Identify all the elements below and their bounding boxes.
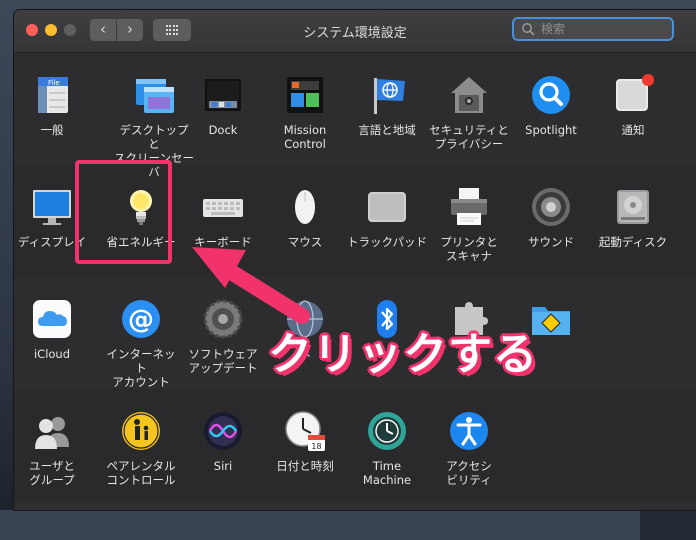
pref-software-update[interactable]: ソフトウェア アップデート bbox=[181, 297, 265, 375]
pref-trackpad[interactable]: トラックパッド bbox=[345, 185, 429, 249]
pref-internet-accounts[interactable]: @ インターネット アカウント bbox=[99, 297, 183, 389]
software-update-icon bbox=[201, 297, 245, 341]
pref-parental-controls[interactable]: ペアレンタル コントロール bbox=[99, 409, 183, 487]
icloud-icon bbox=[30, 297, 74, 341]
pref-general[interactable]: File 一般 bbox=[14, 73, 94, 137]
pref-users-groups[interactable]: ユーザと グループ bbox=[14, 409, 94, 487]
pref-time-machine[interactable]: Time Machine bbox=[345, 409, 429, 487]
pref-mission-control[interactable]: Mission Control bbox=[263, 73, 347, 151]
svg-text:@: @ bbox=[128, 305, 154, 335]
search-icon bbox=[522, 23, 535, 36]
desktop-screensaver-icon bbox=[132, 73, 176, 117]
click-callout-text: クリックする bbox=[268, 329, 538, 380]
pref-label: マウス bbox=[287, 235, 323, 249]
users-groups-icon bbox=[30, 409, 74, 453]
pref-label: ユーザと グループ bbox=[29, 459, 75, 487]
search-field[interactable] bbox=[512, 17, 674, 41]
close-window-button[interactable] bbox=[26, 24, 38, 36]
pref-printer-scanner[interactable]: プリンタと スキャナ bbox=[427, 185, 511, 263]
pref-siri[interactable]: Siri bbox=[181, 409, 265, 473]
mouse-icon bbox=[283, 185, 327, 229]
energy-saver-highlight bbox=[75, 160, 172, 264]
chevron-right-icon: › bbox=[127, 20, 133, 38]
time-machine-icon bbox=[365, 409, 409, 453]
pref-label: アクセシ ビリティ bbox=[446, 459, 492, 487]
pref-label: Time Machine bbox=[362, 459, 412, 487]
siri-icon bbox=[201, 409, 245, 453]
pref-label: 言語と地域 bbox=[358, 123, 416, 137]
pref-dock[interactable]: Dock bbox=[181, 73, 265, 137]
title-bar: ‹ › システム環境設定 bbox=[14, 10, 696, 53]
internet-accounts-icon: @ bbox=[119, 297, 163, 341]
pref-security-privacy[interactable]: セキュリティと プライバシー bbox=[427, 73, 511, 151]
pref-label: キーボード bbox=[194, 235, 252, 249]
pref-keyboard[interactable]: キーボード bbox=[181, 185, 265, 249]
zoom-window-button[interactable] bbox=[64, 24, 76, 36]
pref-label: iCloud bbox=[33, 347, 71, 361]
accessibility-icon bbox=[447, 409, 491, 453]
pref-mouse[interactable]: マウス bbox=[263, 185, 347, 249]
parental-controls-icon bbox=[119, 409, 163, 453]
pref-label: 起動ディスク bbox=[598, 235, 668, 249]
pref-label: 一般 bbox=[40, 123, 64, 137]
keyboard-icon bbox=[201, 185, 245, 229]
pref-label: ペアレンタル コントロール bbox=[106, 459, 176, 487]
show-all-button[interactable] bbox=[153, 19, 191, 41]
pref-label: ソフトウェア アップデート bbox=[188, 347, 258, 375]
pref-label: Mission Control bbox=[283, 123, 327, 151]
minimize-window-button[interactable] bbox=[45, 24, 57, 36]
svg-text:18: 18 bbox=[311, 442, 321, 451]
notifications-icon bbox=[611, 73, 655, 117]
pref-icloud[interactable]: iCloud bbox=[14, 297, 94, 361]
security-privacy-icon bbox=[447, 73, 491, 117]
dock-icon bbox=[201, 73, 245, 117]
language-region-icon bbox=[365, 73, 409, 117]
svg-text:File: File bbox=[48, 79, 60, 87]
pref-language-region[interactable]: 言語と地域 bbox=[345, 73, 429, 137]
pref-startup-disk[interactable]: 起動ディスク bbox=[591, 185, 675, 249]
general-icon: File bbox=[30, 73, 74, 117]
mission-control-icon bbox=[283, 73, 327, 117]
pref-sound[interactable]: サウンド bbox=[509, 185, 593, 249]
sound-icon bbox=[529, 185, 573, 229]
pref-label: Siri bbox=[213, 459, 233, 473]
pref-notifications[interactable]: 通知 bbox=[591, 73, 675, 137]
printer-scanner-icon bbox=[447, 185, 491, 229]
grid-icon bbox=[165, 25, 179, 35]
forward-button[interactable]: › bbox=[117, 19, 143, 41]
search-input[interactable] bbox=[539, 21, 663, 37]
spotlight-icon bbox=[529, 73, 573, 117]
back-button[interactable]: ‹ bbox=[90, 19, 116, 41]
pref-label: 通知 bbox=[621, 123, 645, 137]
pref-label: 日付と時刻 bbox=[276, 459, 334, 473]
pref-label: サウンド bbox=[528, 235, 574, 249]
pref-label: Dock bbox=[208, 123, 238, 137]
pref-label: プリンタと スキャナ bbox=[440, 235, 498, 263]
pref-spotlight[interactable]: Spotlight bbox=[509, 73, 593, 137]
startup-disk-icon bbox=[611, 185, 655, 229]
pref-label: Spotlight bbox=[525, 123, 577, 137]
pref-accessibility[interactable]: アクセシ ビリティ bbox=[427, 409, 511, 487]
pref-label: セキュリティと プライバシー bbox=[429, 123, 509, 151]
pref-date-time[interactable]: 18 日付と時刻 bbox=[263, 409, 347, 473]
pref-label: トラックパッド bbox=[347, 235, 427, 249]
date-time-icon: 18 bbox=[283, 409, 327, 453]
trackpad-icon bbox=[365, 185, 409, 229]
pref-label: インターネット アカウント bbox=[106, 347, 176, 389]
chevron-left-icon: ‹ bbox=[100, 20, 106, 38]
display-icon bbox=[30, 185, 74, 229]
